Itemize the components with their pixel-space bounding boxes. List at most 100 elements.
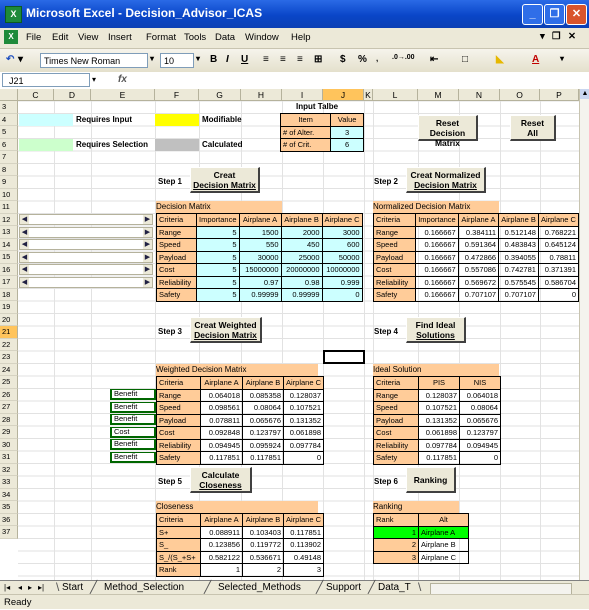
decision-matrix-cell[interactable]: 5 xyxy=(196,250,240,264)
row-header-15[interactable]: 15 xyxy=(0,251,18,264)
tab-last-icon[interactable]: ▸| xyxy=(38,581,44,594)
workbook-icon[interactable]: X xyxy=(4,30,18,44)
decision-matrix-cell[interactable]: 25000 xyxy=(280,250,323,264)
scroll-left-icon[interactable]: ◀ xyxy=(20,277,29,287)
row-header-7[interactable]: 7 xyxy=(0,151,18,164)
importance-scrollbar[interactable]: ◀ ▶ xyxy=(19,276,153,288)
font-name-dropdown-icon[interactable]: ▾ xyxy=(150,54,154,63)
percent-button[interactable]: % xyxy=(358,54,367,65)
scroll-right-icon[interactable]: ▶ xyxy=(143,215,152,224)
scroll-right-icon[interactable]: ▶ xyxy=(143,227,152,237)
column-header-c[interactable]: C xyxy=(18,89,54,101)
row-header-20[interactable]: 20 xyxy=(0,313,18,326)
column-header-e[interactable]: E xyxy=(91,89,155,101)
column-header-o[interactable]: O xyxy=(500,89,540,101)
column-header-h[interactable]: H xyxy=(241,89,282,101)
creat-normalized-button[interactable]: Creat Normalized Decision Matrix xyxy=(406,167,486,193)
tab-next-icon[interactable]: ▸ xyxy=(28,581,32,594)
decision-matrix-cell[interactable]: 0.97 xyxy=(238,275,282,289)
restore-icon[interactable]: ❐ xyxy=(544,4,565,25)
name-box-dropdown-icon[interactable]: ▾ xyxy=(92,75,96,84)
decision-matrix-cell[interactable]: 600 xyxy=(321,238,363,252)
align-center-icon[interactable]: ≡ xyxy=(280,54,286,65)
menu-view[interactable]: View xyxy=(78,32,98,43)
decision-matrix-cell[interactable]: 15000000 xyxy=(238,263,282,277)
decision-matrix-cell[interactable]: 5 xyxy=(196,263,240,277)
vertical-scrollbar[interactable]: ▲ xyxy=(579,89,589,580)
currency-button[interactable]: $ xyxy=(340,54,346,65)
decision-matrix-cell[interactable]: Reliability xyxy=(156,275,197,289)
benefit-cost-selector[interactable]: Benefit xyxy=(110,414,156,425)
decision-matrix-cell[interactable]: 5 xyxy=(196,238,240,252)
row-header-12[interactable]: 12 xyxy=(0,213,18,226)
ranking-button[interactable]: Ranking xyxy=(406,467,456,493)
column-header-m[interactable]: M xyxy=(418,89,459,101)
row-header-21[interactable]: 21 xyxy=(0,326,18,339)
row-header-19[interactable]: 19 xyxy=(0,301,18,314)
creat-decision-matrix-button[interactable]: Creat Decision Matrix xyxy=(190,167,260,193)
decision-matrix-cell[interactable]: Safety xyxy=(156,288,197,302)
menu-window[interactable]: Window xyxy=(245,32,279,43)
font-name-select[interactable]: Times New Roman xyxy=(40,53,148,68)
decision-matrix-cell[interactable]: 10000000 xyxy=(321,263,363,277)
doc-minimize-icon[interactable]: ▾ xyxy=(540,31,545,42)
reset-all-button[interactable]: Reset All xyxy=(510,115,556,141)
row-header-28[interactable]: 28 xyxy=(0,413,18,426)
decision-matrix-cell[interactable]: 50000 xyxy=(321,250,363,264)
benefit-cost-selector[interactable]: Benefit xyxy=(110,389,156,400)
find-ideal-solutions-button[interactable]: Find Ideal Solutions xyxy=(406,317,466,343)
decision-matrix-cell[interactable]: Cost xyxy=(156,263,197,277)
menu-edit[interactable]: Edit xyxy=(52,32,68,43)
row-header-17[interactable]: 17 xyxy=(0,276,18,289)
row-header-34[interactable]: 34 xyxy=(0,488,18,501)
benefit-cost-selector[interactable]: Benefit xyxy=(110,439,156,450)
tab-support[interactable]: Support xyxy=(326,581,361,594)
calculate-closeness-button[interactable]: Calculate Closeness xyxy=(190,467,252,493)
row-header-24[interactable]: 24 xyxy=(0,363,18,376)
comma-style-icon[interactable]: , xyxy=(376,54,378,63)
decrease-indent-icon[interactable]: ⇤ xyxy=(430,54,438,65)
decision-matrix-cell[interactable]: 0.999 xyxy=(321,275,363,289)
fill-color-icon[interactable]: ◣ xyxy=(496,54,504,65)
font-color-icon[interactable]: A xyxy=(532,54,539,65)
scroll-left-icon[interactable]: ◀ xyxy=(20,215,29,224)
name-box[interactable]: J21 xyxy=(2,73,90,87)
decision-matrix-cell[interactable]: 0.99999 xyxy=(238,288,282,302)
row-header-27[interactable]: 27 xyxy=(0,401,18,414)
importance-scrollbar[interactable]: ◀ ▶ xyxy=(19,239,153,250)
reset-decision-matrix-button[interactable]: Reset Decision Matrix xyxy=(418,115,478,148)
decision-matrix-cell[interactable]: 30000 xyxy=(238,250,282,264)
tab-start[interactable]: Start xyxy=(62,581,83,594)
decision-matrix-cell[interactable]: 450 xyxy=(280,238,323,252)
column-header-n[interactable]: N xyxy=(459,89,500,101)
column-header-l[interactable]: L xyxy=(373,89,418,101)
italic-button[interactable]: I xyxy=(226,54,229,65)
row-header-22[interactable]: 22 xyxy=(0,338,18,351)
row-header-3[interactable]: 3 xyxy=(0,101,18,114)
menu-format[interactable]: Format xyxy=(146,32,176,43)
decision-matrix-cell[interactable]: Payload xyxy=(156,250,197,264)
doc-restore-icon[interactable]: ❐ xyxy=(552,31,561,42)
importance-scrollbar[interactable]: ◀ ▶ xyxy=(19,214,153,225)
scroll-right-icon[interactable]: ▶ xyxy=(143,265,152,274)
decision-matrix-cell[interactable]: 550 xyxy=(238,238,282,252)
column-header-j[interactable]: J xyxy=(323,89,364,101)
scroll-right-icon[interactable]: ▶ xyxy=(143,277,152,287)
row-header-25[interactable]: 25 xyxy=(0,376,18,389)
undo-dropdown-icon[interactable]: ▾ xyxy=(18,54,23,65)
menu-tools[interactable]: Tools xyxy=(184,32,206,43)
decision-matrix-cell[interactable]: 5 xyxy=(196,288,240,302)
row-header-33[interactable]: 33 xyxy=(0,476,18,489)
decision-matrix-cell[interactable]: 3000 xyxy=(321,225,363,239)
insert-function-icon[interactable]: fx xyxy=(118,74,127,85)
criteria-input[interactable]: 6 xyxy=(330,138,364,152)
scroll-right-icon[interactable]: ▶ xyxy=(143,252,152,262)
decision-matrix-cell[interactable]: 2000 xyxy=(280,225,323,239)
benefit-cost-selector[interactable]: Benefit xyxy=(110,451,156,463)
align-left-icon[interactable]: ≡ xyxy=(263,54,269,65)
tab-selected-methods[interactable]: Selected_Methods xyxy=(218,581,301,594)
select-all-corner[interactable] xyxy=(0,89,18,101)
active-cell-j21[interactable] xyxy=(323,350,365,364)
tab-data-t[interactable]: Data_T xyxy=(378,581,411,594)
scroll-left-icon[interactable]: ◀ xyxy=(20,240,29,249)
